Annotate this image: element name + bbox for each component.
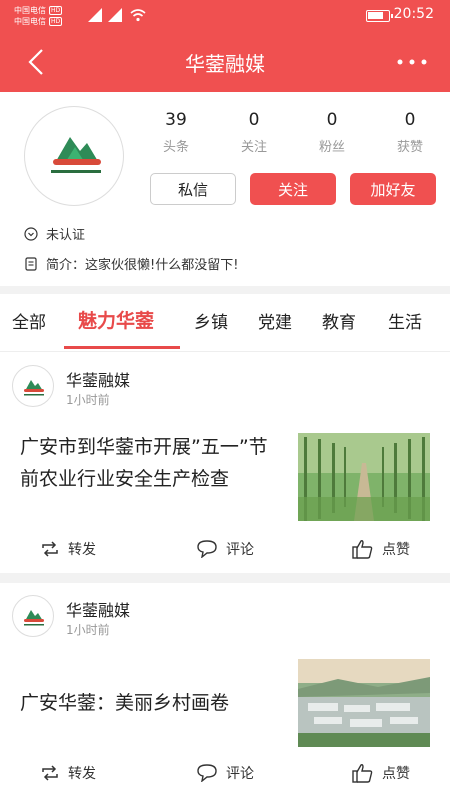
tab-towns[interactable]: 乡镇 (194, 308, 228, 333)
comment-icon (197, 764, 217, 782)
message-button[interactable]: 私信 (150, 173, 236, 205)
comment-button[interactable]: 评论 (196, 763, 254, 783)
author-avatar[interactable] (12, 595, 54, 637)
tab-charm-huaying[interactable]: 魅力华蓥 (78, 306, 154, 333)
tab-education[interactable]: 教育 (322, 308, 356, 333)
author-name[interactable]: 华蓥融媒 (66, 367, 130, 391)
like-button[interactable]: 点赞 (352, 539, 410, 559)
feed-card[interactable]: 华蓥融媒 1小时前 广安华蓥：美丽乡村画卷 转发 评论 点赞 (0, 583, 450, 800)
status-time: 20:52 (393, 6, 434, 22)
page-title: 华蓥融媒 (185, 52, 265, 76)
like-label: 点赞 (382, 766, 410, 782)
stat-fans-value: 0 (326, 110, 338, 130)
signal-icon (88, 8, 102, 22)
section-divider (0, 286, 450, 294)
stat-following-label: 关注 (240, 140, 267, 155)
article-thumbnail[interactable] (298, 433, 430, 521)
stat-likes[interactable]: 0 获赞 (380, 110, 440, 155)
thumbs-up-icon (352, 540, 373, 559)
share-button[interactable]: 转发 (40, 539, 96, 559)
nav-bar: 华蓥融媒 (0, 32, 450, 92)
category-tabs: 全部 魅力华蓥 乡镇 党建 教育 生活 (0, 294, 450, 352)
verify-chevron-icon (24, 226, 38, 241)
document-icon (25, 256, 37, 271)
mountain-logo-icon (51, 137, 101, 173)
stat-following-value: 0 (248, 110, 260, 130)
profile-avatar (24, 106, 124, 206)
article-title[interactable]: 广安华蓥：美丽乡村画卷 (20, 687, 282, 719)
bio-text: 简介：这家伙很懒!什么都没留下! (46, 258, 239, 273)
comment-label: 评论 (226, 542, 254, 558)
stat-headlines[interactable]: 39 头条 (146, 110, 206, 155)
comment-button[interactable]: 评论 (196, 539, 254, 559)
post-time: 1小时前 (66, 623, 110, 637)
battery-level (368, 12, 384, 19)
more-dots-icon[interactable] (394, 50, 430, 74)
stat-fans-label: 粉丝 (318, 140, 345, 155)
battery-icon (366, 10, 393, 22)
stat-likes-label: 获赞 (396, 140, 423, 155)
share-label: 转发 (68, 766, 96, 782)
author-avatar[interactable] (12, 365, 54, 407)
feed-card[interactable]: 华蓥融媒 1小时前 广安市到华蓥市开展”五一”节前农业行业安全生产检查 转发 评… (0, 353, 450, 573)
network-badge-2: HD (49, 17, 63, 26)
article-title[interactable]: 广安市到华蓥市开展”五一”节前农业行业安全生产检查 (20, 431, 282, 495)
stat-headlines-label: 头条 (162, 140, 189, 155)
stat-likes-value: 0 (404, 110, 416, 130)
author-name[interactable]: 华蓥融媒 (66, 597, 130, 621)
follow-button[interactable]: 关注 (250, 173, 336, 205)
repost-icon (42, 765, 58, 781)
share-label: 转发 (68, 542, 96, 558)
repost-icon (42, 541, 58, 557)
carrier-2-label: 中国电信 (14, 17, 46, 26)
share-button[interactable]: 转发 (40, 763, 96, 783)
stat-fans[interactable]: 0 粉丝 (302, 110, 362, 155)
card-divider (0, 573, 450, 583)
carrier-info: 中国电信 HD 中国电信 HD (14, 5, 63, 27)
comment-icon (197, 540, 217, 558)
signal-icon-2 (108, 8, 122, 22)
thumbs-up-icon (352, 764, 373, 783)
like-button[interactable]: 点赞 (352, 763, 410, 783)
mountain-logo-icon (24, 380, 44, 396)
network-badge: HD (49, 6, 63, 15)
article-thumbnail[interactable] (298, 659, 430, 747)
like-label: 点赞 (382, 542, 410, 558)
bio-row: 简介：这家伙很懒!什么都没留下! (24, 254, 238, 273)
mountain-logo-icon (24, 610, 44, 626)
post-time: 1小时前 (66, 393, 110, 407)
status-bar: 中国电信 HD 中国电信 HD 20:52 (0, 0, 450, 32)
carrier-1-label: 中国电信 (14, 6, 46, 15)
wifi-icon (130, 9, 146, 22)
add-friend-button[interactable]: 加好友 (350, 173, 436, 205)
tab-life[interactable]: 生活 (388, 308, 422, 333)
profile-section: 39 头条 0 关注 0 粉丝 0 获赞 私信 关注 加好友 未认证 简介：这家… (0, 92, 450, 286)
tab-party[interactable]: 党建 (258, 308, 292, 333)
comment-label: 评论 (226, 766, 254, 782)
tab-all[interactable]: 全部 (12, 308, 46, 333)
stat-headlines-value: 39 (165, 110, 187, 130)
stat-following[interactable]: 0 关注 (224, 110, 284, 155)
verify-status: 未认证 (46, 228, 86, 243)
active-tab-indicator (64, 346, 180, 349)
verify-row: 未认证 (24, 224, 85, 243)
